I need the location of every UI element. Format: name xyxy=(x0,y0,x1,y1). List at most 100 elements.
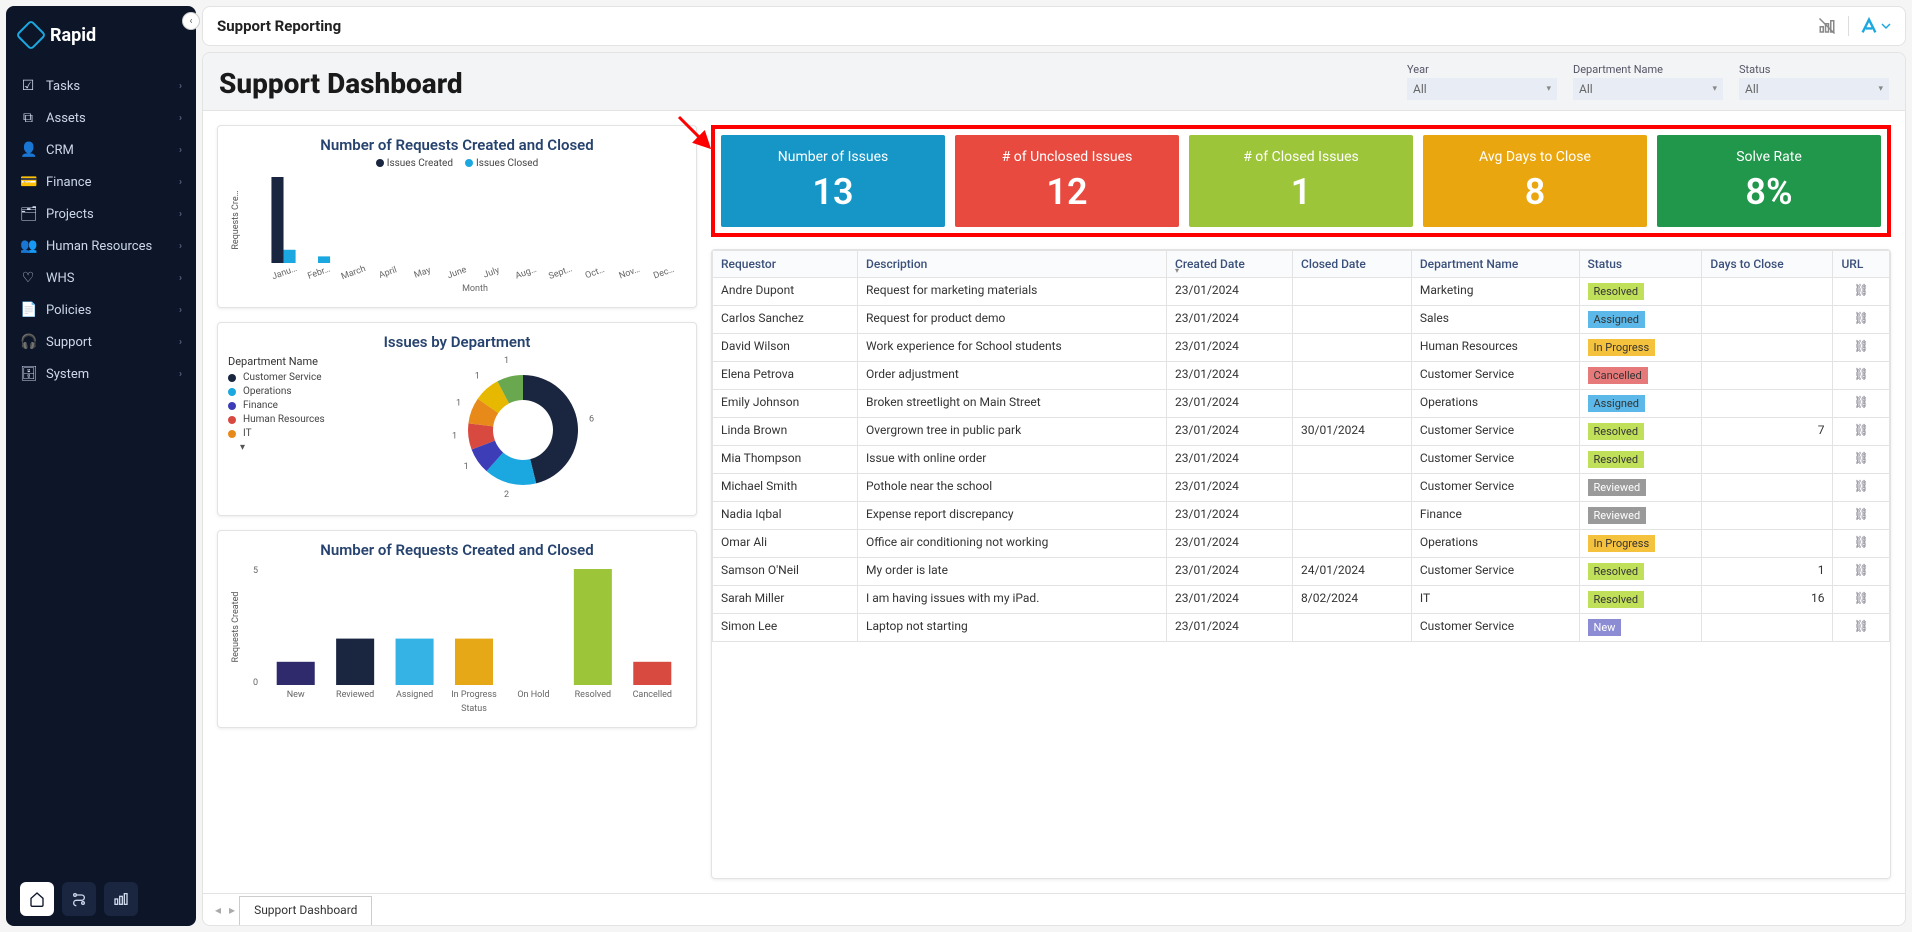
table-row[interactable]: Linda BrownOvergrown tree in public park… xyxy=(713,418,1890,446)
svg-text:Dec…: Dec… xyxy=(652,265,676,282)
chart2-plot: 6211111 xyxy=(378,355,668,505)
chart-requests-created-closed: Number of Requests Created and Closed Is… xyxy=(217,125,697,308)
table-row[interactable]: Nadia IqbalExpense report discrepancy23/… xyxy=(713,502,1890,530)
status-badge: Reviewed xyxy=(1588,507,1647,524)
issues-table: RequestorDescriptionCreated Date▾Closed … xyxy=(712,250,1890,642)
nav-icon: ♡ xyxy=(20,270,36,286)
status-badge: Assigned xyxy=(1588,311,1646,328)
sidebar-item-finance[interactable]: 💳Finance› xyxy=(6,166,196,198)
table-row[interactable]: Omar AliOffice air conditioning not work… xyxy=(713,530,1890,558)
svg-text:1: 1 xyxy=(452,431,457,441)
brand-menu[interactable] xyxy=(1859,17,1891,35)
svg-text:Febr…: Febr… xyxy=(306,264,331,281)
table-header[interactable]: URL xyxy=(1833,251,1890,278)
chart-button[interactable] xyxy=(104,882,138,916)
nav-icon: 👤 xyxy=(20,142,36,158)
nav-icon: ⧉ xyxy=(20,110,36,126)
status-badge: Resolved xyxy=(1588,423,1645,440)
svg-text:0: 0 xyxy=(253,678,258,688)
filter-year[interactable]: All▾ xyxy=(1407,78,1557,100)
link-icon[interactable]: ⛓ xyxy=(1854,423,1869,437)
filter-department-name[interactable]: All▾ xyxy=(1573,78,1723,100)
table-header[interactable]: Status xyxy=(1579,251,1702,278)
chart2-legend-title: Department Name xyxy=(228,355,368,368)
tab-prev-button[interactable]: ◂ xyxy=(211,894,225,925)
chart2-more-button[interactable]: ▾ xyxy=(228,442,368,453)
nav-icon: 👥 xyxy=(20,238,36,254)
filter-label: Status xyxy=(1739,63,1889,76)
status-badge: Cancelled xyxy=(1588,367,1648,384)
chevron-down-icon: ▾ xyxy=(1546,84,1551,94)
table-header[interactable]: Created Date▾ xyxy=(1167,251,1293,278)
kpi--of-unclosed-issues: # of Unclosed Issues12 xyxy=(955,135,1179,227)
svg-text:1: 1 xyxy=(456,399,461,409)
chart-icon[interactable] xyxy=(1816,15,1838,37)
chevron-right-icon: › xyxy=(179,305,182,316)
svg-text:Requests Cre…: Requests Cre… xyxy=(231,190,241,249)
chevron-right-icon: › xyxy=(179,145,182,156)
tab-support-dashboard[interactable]: Support Dashboard xyxy=(239,896,372,925)
sidebar-item-assets[interactable]: ⧉Assets› xyxy=(6,102,196,134)
table-row[interactable]: Andre DupontRequest for marketing materi… xyxy=(713,278,1890,306)
svg-text:In Progress: In Progress xyxy=(451,690,497,700)
link-icon[interactable]: ⛓ xyxy=(1854,479,1869,493)
sidebar-item-system[interactable]: 🗄System› xyxy=(6,358,196,390)
link-icon[interactable]: ⛓ xyxy=(1854,311,1869,325)
table-row[interactable]: Carlos SanchezRequest for product demo23… xyxy=(713,306,1890,334)
link-icon[interactable]: ⛓ xyxy=(1854,395,1869,409)
table-row[interactable]: Sarah MillerI am having issues with my i… xyxy=(713,586,1890,614)
status-badge: In Progress xyxy=(1588,339,1656,356)
link-icon[interactable]: ⛓ xyxy=(1854,339,1869,353)
status-badge: Reviewed xyxy=(1588,479,1647,496)
kpi--of-closed-issues: # of Closed Issues1 xyxy=(1189,135,1413,227)
svg-text:2: 2 xyxy=(504,490,509,500)
link-icon[interactable]: ⛓ xyxy=(1854,283,1869,297)
table-header[interactable]: Closed Date xyxy=(1293,251,1412,278)
svg-text:May: May xyxy=(413,265,433,280)
filter-status[interactable]: All▾ xyxy=(1739,78,1889,100)
table-row[interactable]: Mia ThompsonIssue with online order23/01… xyxy=(713,446,1890,474)
link-icon[interactable]: ⛓ xyxy=(1854,563,1869,577)
sidebar-item-policies[interactable]: 📄Policies› xyxy=(6,294,196,326)
filter-label: Year xyxy=(1407,63,1557,76)
svg-text:Reviewed: Reviewed xyxy=(336,690,374,700)
table-row[interactable]: Samson O'NeilMy order is late23/01/20242… xyxy=(713,558,1890,586)
table-header[interactable]: Department Name xyxy=(1411,251,1579,278)
svg-text:June: June xyxy=(446,265,468,281)
logo[interactable]: Rapid xyxy=(6,6,196,66)
link-icon[interactable]: ⛓ xyxy=(1854,619,1869,633)
svg-text:6: 6 xyxy=(589,415,594,425)
table-row[interactable]: Michael SmithPothole near the school23/0… xyxy=(713,474,1890,502)
link-icon[interactable]: ⛓ xyxy=(1854,367,1869,381)
home-button[interactable] xyxy=(20,882,54,916)
table-header[interactable]: Description xyxy=(858,251,1167,278)
table-header[interactable]: Requestor xyxy=(713,251,858,278)
chevron-down-icon: ▾ xyxy=(1712,84,1717,94)
sidebar-item-tasks[interactable]: ☑Tasks› xyxy=(6,70,196,102)
sidebar-item-support[interactable]: 🎧Support› xyxy=(6,326,196,358)
svg-text:Aug…: Aug… xyxy=(514,265,538,282)
table-row[interactable]: Emily JohnsonBroken streetlight on Main … xyxy=(713,390,1890,418)
sidebar-item-projects[interactable]: 🗂Projects› xyxy=(6,198,196,230)
workflow-button[interactable] xyxy=(62,882,96,916)
sidebar-item-whs[interactable]: ♡WHS› xyxy=(6,262,196,294)
sidebar-item-human-resources[interactable]: 👥Human Resources› xyxy=(6,230,196,262)
tab-next-button[interactable]: ▸ xyxy=(225,894,239,925)
nav-icon: 📄 xyxy=(20,302,36,318)
chart1-title: Number of Requests Created and Closed xyxy=(228,136,686,154)
chart1-plot: Requests Cre…Janu…Febr…MarchAprilMayJune… xyxy=(228,173,688,293)
link-icon[interactable]: ⛓ xyxy=(1854,507,1869,521)
link-icon[interactable]: ⛓ xyxy=(1854,591,1869,605)
filter-label: Department Name xyxy=(1573,63,1723,76)
table-row[interactable]: David WilsonWork experience for School s… xyxy=(713,334,1890,362)
chart-issues-by-department: Issues by Department Department Name Cus… xyxy=(217,322,697,516)
sidebar-item-crm[interactable]: 👤CRM› xyxy=(6,134,196,166)
kpi-avg-days-to-close: Avg Days to Close8 xyxy=(1423,135,1647,227)
link-icon[interactable]: ⛓ xyxy=(1854,535,1869,549)
sidebar-collapse-button[interactable]: ‹ xyxy=(182,12,200,30)
link-icon[interactable]: ⛓ xyxy=(1854,451,1869,465)
table-row[interactable]: Simon LeeLaptop not starting23/01/2024Cu… xyxy=(713,614,1890,642)
table-header[interactable]: Days to Close xyxy=(1702,251,1833,278)
svg-text:Janu…: Janu… xyxy=(271,264,299,282)
table-row[interactable]: Elena PetrovaOrder adjustment23/01/2024C… xyxy=(713,362,1890,390)
